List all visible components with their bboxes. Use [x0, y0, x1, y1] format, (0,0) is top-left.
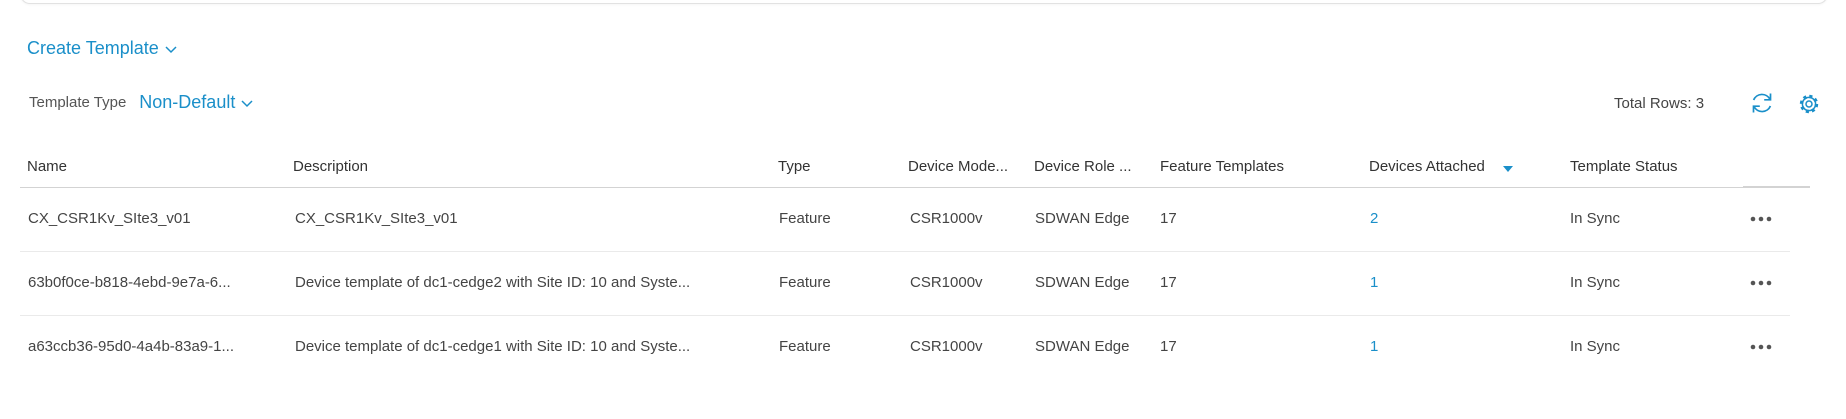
- column-header-feature-templates[interactable]: Feature Templates: [1160, 158, 1284, 175]
- column-header-description[interactable]: Description: [293, 158, 368, 175]
- template-type-label: Template Type: [29, 94, 127, 111]
- more-horizontal-icon[interactable]: [1750, 337, 1772, 355]
- cell-device-model: CSR1000v: [910, 274, 983, 291]
- table-row[interactable]: a63ccb36-95d0-4a4b-83a9-1... Device temp…: [20, 316, 1790, 379]
- cell-device-role: SDWAN Edge: [1035, 338, 1130, 355]
- more-horizontal-icon[interactable]: [1750, 209, 1772, 227]
- devices-attached-link[interactable]: 1: [1370, 338, 1378, 355]
- create-template-dropdown[interactable]: Create Template: [27, 38, 177, 59]
- cell-type: Feature: [779, 338, 831, 355]
- column-header-template-status[interactable]: Template Status: [1570, 158, 1678, 175]
- cell-device-model: CSR1000v: [910, 210, 983, 227]
- cell-device-role: SDWAN Edge: [1035, 210, 1130, 227]
- column-header-devices-attached-label: Devices Attached: [1369, 158, 1485, 175]
- column-header-device-model[interactable]: Device Mode...: [908, 158, 1008, 175]
- devices-attached-link[interactable]: 2: [1370, 210, 1378, 227]
- cell-description: CX_CSR1Kv_SIte3_v01: [295, 210, 458, 227]
- cell-device-model: CSR1000v: [910, 338, 983, 355]
- cell-feature-templates: 17: [1160, 210, 1177, 227]
- cell-type: Feature: [779, 210, 831, 227]
- more-horizontal-icon[interactable]: [1750, 273, 1772, 291]
- table-header: Name Description Type Device Mode... Dev…: [20, 150, 1810, 188]
- table-row[interactable]: 63b0f0ce-b818-4ebd-9e7a-6... Device temp…: [20, 252, 1790, 316]
- template-type-filter: Template Type Non-Default: [29, 92, 253, 113]
- cell-template-status: In Sync: [1570, 338, 1621, 355]
- devices-attached-link[interactable]: 1: [1370, 274, 1378, 291]
- create-template-label: Create Template: [27, 38, 159, 58]
- cell-template-status: In Sync: [1570, 274, 1621, 291]
- column-header-name[interactable]: Name: [27, 158, 67, 175]
- cell-feature-templates: 17: [1160, 274, 1177, 291]
- cell-name: 63b0f0ce-b818-4ebd-9e7a-6...: [28, 274, 231, 291]
- template-type-value: Non-Default: [139, 92, 236, 112]
- cell-type: Feature: [779, 274, 831, 291]
- cell-description: Device template of dc1-cedge1 with Site …: [295, 338, 691, 355]
- refresh-icon[interactable]: [1749, 90, 1775, 121]
- templates-table: Name Description Type Device Mode... Dev…: [20, 150, 1810, 379]
- cell-name: a63ccb36-95d0-4a4b-83a9-1...: [28, 338, 234, 355]
- gear-icon[interactable]: [1797, 92, 1821, 121]
- cell-device-role: SDWAN Edge: [1035, 274, 1130, 291]
- template-type-select[interactable]: Non-Default: [139, 92, 253, 113]
- column-header-type[interactable]: Type: [778, 158, 811, 175]
- table-row[interactable]: CX_CSR1Kv_SIte3_v01 CX_CSR1Kv_SIte3_v01 …: [20, 188, 1790, 252]
- total-rows-count: Total Rows: 3: [1614, 95, 1705, 112]
- column-header-devices-attached[interactable]: Devices Attached: [1369, 158, 1514, 176]
- sort-descending-icon: [1503, 159, 1514, 176]
- cell-description: Device template of dc1-cedge2 with Site …: [295, 274, 691, 291]
- chevron-down-icon: [241, 92, 253, 113]
- cell-feature-templates: 17: [1160, 338, 1177, 355]
- chevron-down-icon: [165, 38, 177, 59]
- cell-name: CX_CSR1Kv_SIte3_v01: [28, 210, 191, 227]
- cell-template-status: In Sync: [1570, 210, 1621, 227]
- top-panel-edge: [20, 0, 1828, 4]
- column-header-device-role[interactable]: Device Role ...: [1034, 158, 1132, 175]
